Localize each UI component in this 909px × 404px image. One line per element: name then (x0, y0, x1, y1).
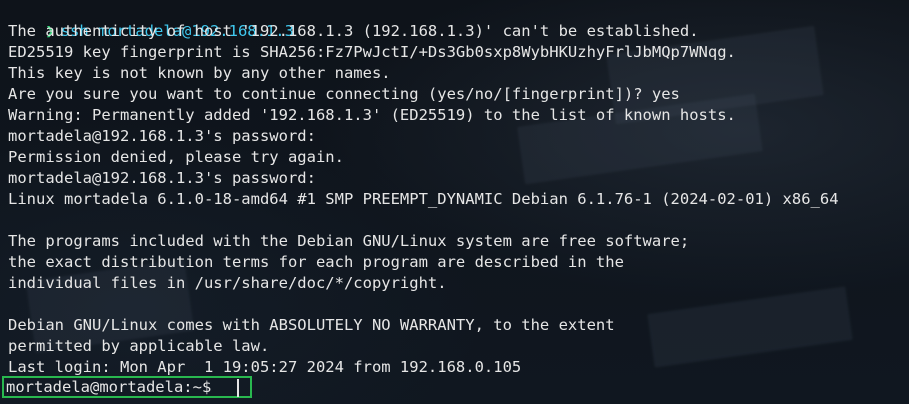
output-line: Linux mortadela 6.1.0-18-amd64 #1 SMP PR… (8, 190, 839, 208)
output-line: Debian GNU/Linux comes with ABSOLUTELY N… (8, 316, 615, 334)
text-cursor[interactable] (237, 379, 239, 397)
output-line: The authenticity of host '192.168.1.3 (1… (8, 22, 699, 40)
output-line: individual files in /usr/share/doc/*/cop… (8, 274, 447, 292)
terminal-window[interactable]: ❯ ssh mortadela@192.168.1.3 The authentic… (8, 0, 902, 404)
output-line: Are you sure you want to continue connec… (8, 85, 680, 103)
output-line: permitted by applicable law. (8, 337, 270, 355)
output-line: The programs included with the Debian GN… (8, 232, 690, 250)
output-line: This key is not known by any other names… (8, 64, 391, 82)
output-line: mortadela@192.168.1.3's password: (8, 127, 316, 145)
output-line: Last login: Mon Apr 1 19:05:27 2024 from… (8, 358, 522, 376)
output-line: the exact distribution terms for each pr… (8, 253, 624, 271)
output-line: Warning: Permanently added '192.168.1.3'… (8, 106, 736, 124)
shell-prompt: mortadela@mortadela:~$ (6, 378, 212, 396)
output-line: Permission denied, please try again. (8, 148, 344, 166)
output-line: ED25519 key fingerprint is SHA256:Fz7PwJ… (8, 43, 736, 61)
command-line: ❯ ssh mortadela@192.168.1.3 (8, 0, 294, 40)
output-line: mortadela@192.168.1.3's password: (8, 169, 316, 187)
